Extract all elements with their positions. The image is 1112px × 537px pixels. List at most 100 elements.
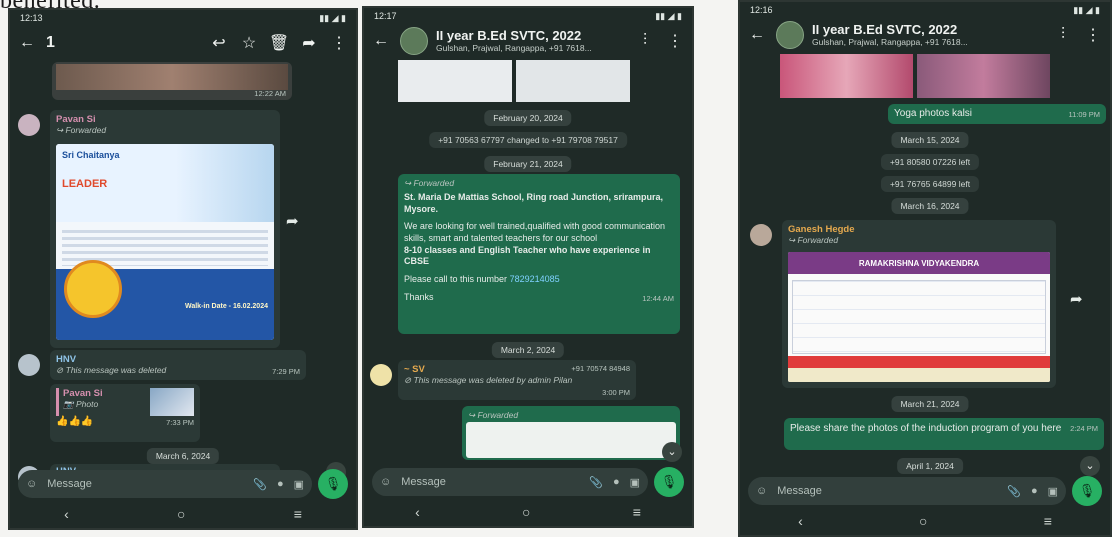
mic-icon: 🎙 <box>1078 483 1096 498</box>
system-message: +91 80580 07226 left <box>880 154 980 170</box>
back-arrow-icon[interactable]: ← <box>746 26 768 44</box>
status-bar: 12:17 ▮▮ ◢ ▮ <box>364 8 692 24</box>
emoji-icon[interactable]: ☺ <box>756 485 767 497</box>
message-placeholder: Message <box>401 476 446 488</box>
rupee-icon[interactable]: ● <box>1031 485 1038 497</box>
avatar[interactable] <box>18 114 40 136</box>
poster-badge <box>64 260 122 318</box>
photo-grid[interactable] <box>398 60 630 102</box>
attach-icon[interactable]: 📎 <box>589 476 603 489</box>
nav-back-icon[interactable]: ‹ <box>798 513 803 529</box>
android-nav-bar: ‹ ○ ≡ <box>364 502 692 522</box>
group-avatar[interactable] <box>400 27 428 55</box>
image-message-top[interactable]: 12:22 AM <box>52 62 292 100</box>
rupee-icon[interactable]: ● <box>613 476 620 488</box>
mic-button[interactable]: 🎙 <box>318 469 348 499</box>
chat-title: II year B.Ed SVTC, 2022 <box>436 28 582 43</box>
more-options-icon[interactable]: ⋮ <box>1082 25 1104 45</box>
nav-recents-icon[interactable]: ≡ <box>294 506 302 522</box>
phone-link[interactable]: 7829214085 <box>510 274 560 284</box>
back-arrow-icon[interactable]: ← <box>370 32 392 50</box>
forwarded-poster-message[interactable]: Pavan Si ↪ Forwarded Sri Chaitanya LEADE… <box>50 110 280 348</box>
avatar[interactable] <box>750 224 772 246</box>
message-list[interactable]: February 20, 2024 +91 70563 67797 change… <box>364 60 692 462</box>
system-message: +91 70563 67797 changed to +91 79708 795… <box>429 132 627 148</box>
call-waveform-icon[interactable]: ⫶ <box>1052 26 1074 44</box>
attach-icon[interactable]: 📎 <box>1007 485 1021 498</box>
avatar[interactable] <box>18 354 40 376</box>
message-list[interactable]: 12:22 AM Pavan Si ↪ Forwarded Sri Chaita… <box>10 62 356 488</box>
nav-back-icon[interactable]: ‹ <box>64 506 69 522</box>
avatar[interactable] <box>370 364 392 386</box>
delete-icon[interactable]: 🗑 <box>268 33 290 53</box>
android-nav-bar: ‹ ○ ≡ <box>10 504 356 524</box>
back-arrow-icon[interactable]: ← <box>16 34 38 52</box>
outgoing-message[interactable]: Yoga photos kalsi 11:09 PM <box>888 104 1106 124</box>
message-time: 7:33 PM <box>166 418 194 427</box>
camera-icon[interactable]: ▣ <box>294 478 304 491</box>
share-icon[interactable]: ➦ <box>286 212 299 230</box>
poster-brand: Sri Chaitanya <box>62 150 120 160</box>
emoji-icon[interactable]: ☺ <box>380 476 391 488</box>
chat-header[interactable]: ← II year B.Ed SVTC, 2022 Gulshan, Prajw… <box>740 18 1110 52</box>
forward-icon[interactable]: ➦ <box>298 33 320 53</box>
poster-walkin-date: Walk-in Date - 16.02.2024 <box>184 303 268 310</box>
message-composer: ☺ Message 📎 ● ▣ 🎙 <box>18 469 348 499</box>
mic-button[interactable]: 🎙 <box>654 467 684 497</box>
quoted-thumbnail <box>150 388 194 416</box>
sender-name: ~ SV <box>404 364 425 375</box>
rupee-icon[interactable]: ● <box>277 478 284 490</box>
status-bar: 12:13 ▮▮ ◢ ▮ <box>10 10 356 26</box>
status-icons: ▮▮ ◢ ▮ <box>1073 4 1100 15</box>
scroll-down-icon[interactable]: ⌄ <box>1080 456 1100 476</box>
nav-back-icon[interactable]: ‹ <box>415 504 420 520</box>
group-avatar[interactable] <box>776 21 804 49</box>
message-input[interactable]: ☺ Message 📎 ● ▣ <box>748 477 1066 505</box>
schedule-image[interactable]: RAMAKRISHNA VIDYAKENDRA <box>788 252 1050 382</box>
reply-message[interactable]: Pavan Si 📷 Photo 👍👍👍 7:33 PM <box>50 384 200 442</box>
date-separator: February 21, 2024 <box>484 156 572 172</box>
call-waveform-icon[interactable]: ⫶ <box>634 32 656 50</box>
job-poster-image[interactable]: Sri Chaitanya LEADER Walk-in Date - 16.0… <box>56 144 274 340</box>
share-icon[interactable]: ➦ <box>1070 290 1083 308</box>
deleted-message[interactable]: HNV ⊘ This message was deleted 7:29 PM <box>50 350 306 380</box>
more-options-icon[interactable]: ⋮ <box>664 31 686 51</box>
more-options-icon[interactable]: ⋮ <box>328 33 350 53</box>
outgoing-message[interactable]: Please share the photos of the induction… <box>784 418 1104 450</box>
chat-header[interactable]: ← II year B.Ed SVTC, 2022 Gulshan, Prajw… <box>364 24 692 58</box>
date-separator: February 20, 2024 <box>484 110 572 126</box>
deleted-message[interactable]: ~ SV +91 70574 84948 ⊘ This message was … <box>398 360 636 400</box>
nav-home-icon[interactable]: ○ <box>522 504 530 520</box>
phone-screenshot-3: 12:16 ▮▮ ◢ ▮ ← II year B.Ed SVTC, 2022 G… <box>738 0 1112 537</box>
attach-icon[interactable]: 📎 <box>253 478 267 491</box>
system-message: +91 76765 64899 left <box>880 176 980 192</box>
date-separator: March 21, 2024 <box>891 396 969 412</box>
reaction-emojis: 👍👍👍 <box>56 416 94 427</box>
emoji-icon[interactable]: ☺ <box>26 478 37 490</box>
nav-home-icon[interactable]: ○ <box>177 506 185 522</box>
mic-button[interactable]: 🎙 <box>1072 476 1102 506</box>
reply-icon[interactable]: ↩ <box>208 33 230 53</box>
scroll-down-icon[interactable]: ⌄ <box>662 442 682 462</box>
forwarded-link-message[interactable]: ↪ Forwarded <box>462 406 680 460</box>
message-time: 11:09 PM <box>1068 110 1100 119</box>
quoted-reply[interactable]: Pavan Si 📷 Photo <box>56 388 194 416</box>
star-icon[interactable]: ☆ <box>238 33 260 53</box>
nav-home-icon[interactable]: ○ <box>919 513 927 529</box>
sender-name: Ganesh Hegde <box>788 224 855 235</box>
nav-recents-icon[interactable]: ≡ <box>1044 513 1052 529</box>
nav-recents-icon[interactable]: ≡ <box>633 504 641 520</box>
message-list[interactable]: Yoga photos kalsi 11:09 PM March 15, 202… <box>740 54 1110 476</box>
chat-title-block[interactable]: II year B.Ed SVTC, 2022 Gulshan, Prajwal… <box>436 29 626 54</box>
forwarded-document-message[interactable]: Ganesh Hegde ↪ Forwarded RAMAKRISHNA VID… <box>782 220 1056 388</box>
sender-name: HNV <box>56 354 77 365</box>
camera-icon[interactable]: ▣ <box>630 476 640 489</box>
chat-title-block[interactable]: II year B.Ed SVTC, 2022 Gulshan, Prajwal… <box>812 23 1044 48</box>
message-input[interactable]: ☺ Message 📎 ● ▣ <box>18 470 312 498</box>
link-preview[interactable] <box>466 422 676 458</box>
message-input[interactable]: ☺ Message 📎 ● ▣ <box>372 468 648 496</box>
photo-grid[interactable] <box>780 54 1050 98</box>
date-separator: March 2, 2024 <box>491 342 565 358</box>
forwarded-job-message[interactable]: ↪ Forwarded St. Maria De Mattias School,… <box>398 174 680 334</box>
camera-icon[interactable]: ▣ <box>1048 485 1058 498</box>
